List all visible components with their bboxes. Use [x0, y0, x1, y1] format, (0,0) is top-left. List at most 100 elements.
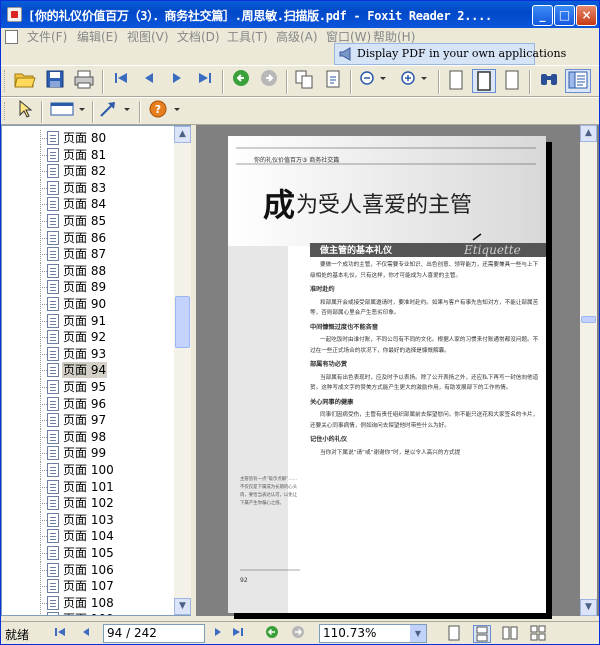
continuous-facing-icon[interactable] [529, 625, 547, 643]
scroll-down-arrow-icon[interactable]: ▼ [580, 599, 597, 616]
help-icon[interactable]: ? [147, 99, 183, 123]
toolbar-separator [286, 70, 288, 94]
bookmark-item[interactable]: 页面 84 [2, 196, 174, 214]
menu-file[interactable]: 文件(F) [27, 30, 67, 45]
toolbar-grip[interactable] [4, 102, 7, 120]
bookmark-item[interactable]: 页面 97 [2, 412, 174, 430]
menu-tools[interactable]: 工具(T) [227, 30, 268, 45]
next-page-icon[interactable] [165, 69, 189, 93]
page-bookmark-icon [47, 164, 59, 179]
print-icon[interactable] [72, 69, 96, 93]
bookmark-item[interactable]: 页面 87 [2, 246, 174, 264]
scroll-thumb[interactable] [581, 316, 596, 323]
bookmark-item[interactable]: 页面 95 [2, 379, 174, 396]
zoom-combo[interactable]: 110.73% ▼ [319, 624, 427, 643]
last-page-icon[interactable] [229, 625, 247, 643]
bookmark-item[interactable]: 页面 92 [2, 329, 174, 347]
bookmark-item[interactable]: 页面 89 [2, 279, 174, 297]
single-page-icon[interactable] [445, 625, 463, 643]
bookmark-item[interactable]: 页面 94 [2, 362, 174, 380]
tree-line [40, 602, 47, 604]
bookmark-item[interactable]: 页面 101 [2, 478, 174, 496]
chevron-down-icon[interactable]: ▼ [410, 625, 426, 642]
bookmark-label: 页面 104 [63, 529, 114, 544]
go-forward-icon[interactable] [257, 69, 281, 93]
bookmark-label: 页面 94 [62, 362, 108, 379]
tree-line [40, 586, 47, 588]
bookmark-item[interactable]: 页面 83 [2, 179, 174, 197]
save-icon[interactable] [43, 69, 67, 93]
document-scrollbar[interactable]: ▲ ▼ [580, 125, 597, 616]
bookmark-item[interactable]: 页面 96 [2, 395, 174, 413]
scroll-up-arrow-icon[interactable]: ▲ [580, 125, 597, 142]
bookmark-item[interactable]: 页面 106 [2, 561, 174, 579]
tree-line [40, 154, 47, 156]
open-folder-icon[interactable] [13, 69, 37, 93]
go-forward-icon[interactable] [289, 625, 307, 643]
first-page-icon[interactable] [109, 69, 133, 93]
find-icon[interactable] [537, 69, 561, 93]
bookmark-item[interactable]: 页面 93 [2, 345, 174, 363]
bookmark-item[interactable]: 页面 85 [2, 213, 174, 230]
bookmark-item[interactable]: 页面 108 [2, 594, 174, 612]
minimize-button[interactable]: _ [532, 5, 553, 26]
extract-page-icon[interactable] [321, 69, 345, 93]
toolbar-grip[interactable] [4, 70, 7, 92]
title-bar[interactable]: [你的礼仪价值百万（3）．商务社交篇］.周思敏.扫描版.pdf - Foxit … [1, 1, 599, 28]
first-page-icon[interactable] [51, 625, 69, 643]
bookmark-label: 页面 95 [63, 380, 107, 394]
bookmark-item[interactable]: 页面 103 [2, 511, 174, 529]
annotate-icon[interactable] [48, 99, 88, 123]
previous-page-icon[interactable] [137, 69, 161, 93]
bookmark-item[interactable]: 页面 100 [2, 462, 174, 479]
next-page-icon[interactable] [209, 625, 227, 643]
bookmark-item[interactable]: 页面 86 [2, 229, 174, 247]
bookmark-item[interactable]: 页面 88 [2, 262, 174, 280]
close-button[interactable]: × [576, 5, 597, 26]
toolbar-separator [41, 101, 43, 123]
bookmark-item[interactable]: 页面 109 [2, 611, 174, 615]
menu-document[interactable]: 文档(D) [177, 30, 220, 45]
bookmark-item[interactable]: 页面 81 [2, 146, 174, 164]
go-back-icon[interactable] [263, 625, 281, 643]
svg-text:?: ? [155, 103, 161, 116]
page-number-field[interactable]: 94 / 242 [103, 624, 205, 643]
document-view[interactable]: 你的礼仪价值百万③ 商务社交篇 成 为受人喜爱的主管 做主管的基本礼仪 Etiq… [196, 125, 599, 616]
bookmark-item[interactable]: 页面 102 [2, 495, 174, 513]
scroll-thumb[interactable] [175, 296, 190, 348]
arrow-tool-icon[interactable] [97, 99, 133, 123]
bookmark-item[interactable]: 页面 104 [2, 528, 174, 546]
single-page-icon[interactable] [444, 69, 468, 93]
previous-page-icon[interactable] [77, 625, 95, 643]
bookmark-item[interactable]: 页面 99 [2, 445, 174, 463]
scroll-down-arrow-icon[interactable]: ▼ [174, 598, 191, 615]
copy-page-icon[interactable] [292, 69, 316, 93]
menu-view[interactable]: 视图(V) [127, 30, 169, 45]
promo-banner[interactable]: Display PDF in your own applications [334, 43, 566, 65]
zoom-out-icon[interactable] [358, 69, 388, 93]
bookmark-item[interactable]: 页面 82 [2, 163, 174, 181]
bookmarks-scrollbar[interactable]: ▲ ▼ [174, 126, 191, 615]
bookmark-label: 页面 80 [63, 131, 107, 145]
maximize-button[interactable]: □ [554, 5, 575, 26]
bookmarks-icon[interactable] [565, 69, 591, 93]
bookmark-item[interactable]: 页面 107 [2, 578, 174, 596]
continuous-icon[interactable] [473, 625, 491, 643]
menu-advanced[interactable]: 高级(A) [276, 30, 318, 45]
facing-icon[interactable] [500, 69, 524, 93]
menu-edit[interactable]: 编辑(E) [77, 30, 118, 45]
select-cursor-icon[interactable] [13, 99, 37, 123]
facing-icon[interactable] [501, 625, 519, 643]
bookmark-item[interactable]: 页面 105 [2, 545, 174, 562]
zoom-in-icon[interactable] [399, 69, 429, 93]
document-icon [5, 30, 18, 44]
go-back-icon[interactable] [229, 69, 253, 93]
bookmark-item[interactable]: 页面 80 [2, 130, 174, 147]
bookmark-item[interactable]: 页面 98 [2, 428, 174, 446]
scroll-up-arrow-icon[interactable]: ▲ [174, 126, 191, 143]
last-page-icon[interactable] [193, 69, 217, 93]
bookmark-item[interactable]: 页面 90 [2, 296, 174, 313]
continuous-icon[interactable] [472, 69, 496, 93]
page-bookmark-icon [47, 214, 59, 228]
bookmark-item[interactable]: 页面 91 [2, 312, 174, 330]
